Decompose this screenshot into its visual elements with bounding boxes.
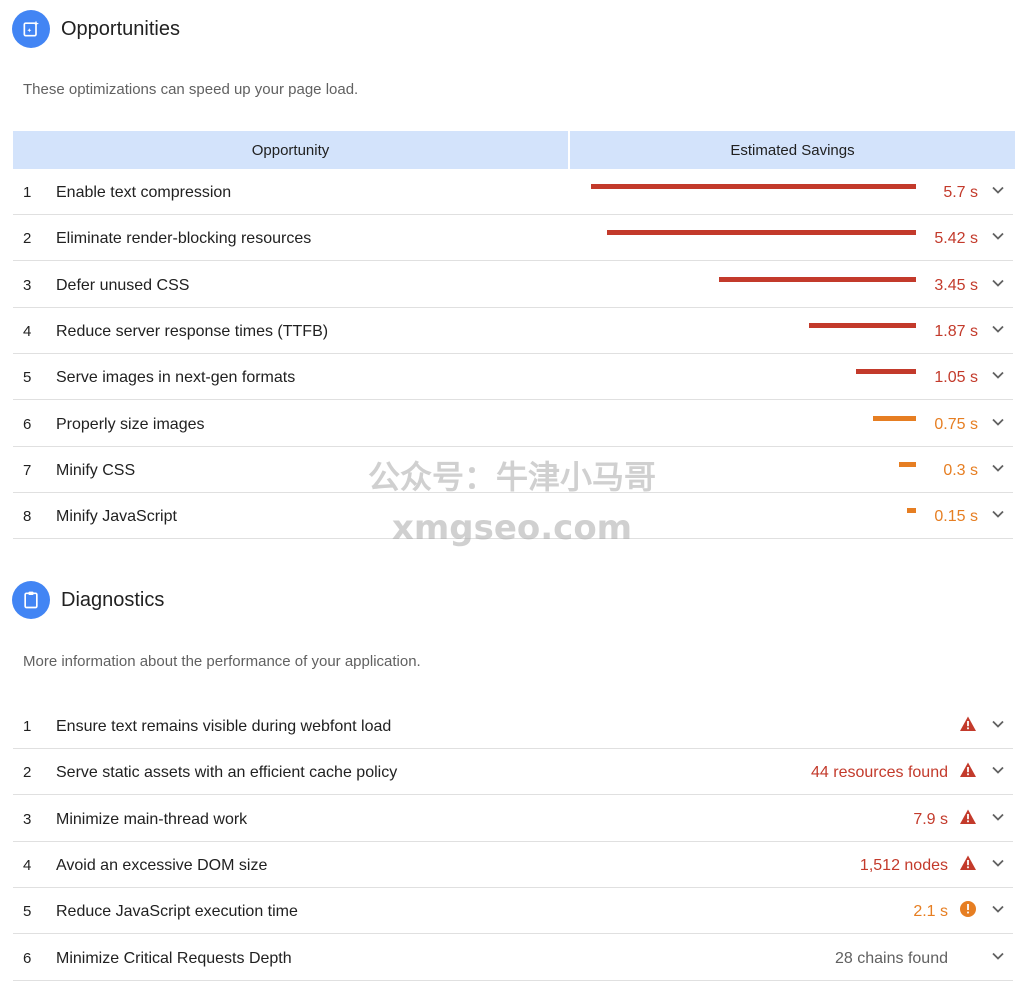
row-number: 6 xyxy=(23,949,32,967)
opportunity-row[interactable]: 7 Minify CSS 0.3 s xyxy=(13,447,1013,493)
diagnostic-label: Ensure text remains visible during webfo… xyxy=(56,718,392,735)
opportunities-table-header: Opportunity Estimated Savings xyxy=(13,131,1015,169)
chevron-down-icon[interactable] xyxy=(991,763,1005,777)
warning-triangle-icon xyxy=(959,808,977,826)
chevron-down-icon[interactable] xyxy=(991,276,1005,290)
opportunity-row[interactable]: 1 Enable text compression 5.7 s xyxy=(13,169,1013,215)
chevron-down-icon[interactable] xyxy=(991,507,1005,521)
row-number: 4 xyxy=(23,856,32,874)
chevron-down-icon[interactable] xyxy=(991,810,1005,824)
savings-bar xyxy=(873,415,916,421)
savings-value: 1.05 s xyxy=(934,369,978,387)
diagnostic-row[interactable]: 4 Avoid an excessive DOM size 1,512 nodes xyxy=(13,842,1013,888)
chevron-down-icon[interactable] xyxy=(991,461,1005,475)
savings-value: 5.7 s xyxy=(943,184,978,201)
row-number: 1 xyxy=(23,184,32,201)
diagnostic-label: Serve static assets with an efficient ca… xyxy=(56,764,398,782)
opportunities-title: Opportunities xyxy=(61,17,180,40)
diagnostic-label: Minimize main-thread work xyxy=(56,810,248,828)
chevron-down-icon[interactable] xyxy=(991,902,1005,916)
savings-bar xyxy=(856,369,916,375)
row-number: 8 xyxy=(23,508,32,526)
row-number: 3 xyxy=(23,810,32,828)
opportunity-label: Serve images in next-gen formats xyxy=(56,369,296,387)
opportunity-label: Defer unused CSS xyxy=(56,276,190,294)
diagnostic-row[interactable]: 2 Serve static assets with an efficient c… xyxy=(13,749,1013,796)
row-number: 2 xyxy=(23,230,32,248)
diagnostic-value: 44 resources found xyxy=(811,764,948,782)
diagnostic-row[interactable]: 3 Minimize main-thread work 7.9 s xyxy=(13,796,1013,842)
savings-bar xyxy=(607,230,916,236)
opportunity-row[interactable]: 3 Defer unused CSS 3.45 s xyxy=(13,262,1013,308)
savings-bar xyxy=(809,322,916,328)
savings-value: 0.3 s xyxy=(943,461,978,479)
savings-value: 5.42 s xyxy=(934,230,978,248)
column-header-opportunity: Opportunity xyxy=(13,131,568,169)
opportunity-label: Eliminate render-blocking resources xyxy=(56,230,312,248)
row-number: 4 xyxy=(23,322,32,340)
diagnostic-value: 1,512 nodes xyxy=(859,856,948,874)
chevron-down-icon[interactable] xyxy=(991,415,1005,429)
savings-value: 0.15 s xyxy=(934,508,978,526)
row-number: 6 xyxy=(23,415,32,433)
opportunity-row[interactable]: 6 Properly size images 0.75 s xyxy=(13,401,1013,447)
savings-value: 3.45 s xyxy=(934,276,978,294)
opportunity-label: Reduce server response times (TTFB) xyxy=(56,322,329,340)
diagnostic-label: Avoid an excessive DOM size xyxy=(56,856,268,874)
diagnostic-row[interactable]: 5 Reduce JavaScript execution time 2.1 s xyxy=(13,888,1013,935)
chevron-down-icon[interactable] xyxy=(991,322,1005,336)
chevron-down-icon[interactable] xyxy=(991,368,1005,382)
diagnostic-label: Reduce JavaScript execution time xyxy=(56,903,298,921)
warning-triangle-icon xyxy=(959,761,977,779)
row-number: 7 xyxy=(23,461,32,479)
opportunities-header: Opportunities xyxy=(12,10,180,48)
row-number: 5 xyxy=(23,369,32,387)
savings-value: 0.75 s xyxy=(934,415,978,433)
warning-triangle-icon xyxy=(959,854,977,872)
diagnostic-value: 28 chains found xyxy=(835,949,948,967)
savings-bar xyxy=(899,461,916,467)
diagnostic-row[interactable]: 6 Minimize Critical Requests Depth 28 chai… xyxy=(13,935,1013,981)
opportunity-row[interactable]: 2 Eliminate render-blocking resources 5.42… xyxy=(13,215,1013,262)
opportunity-label: Minify JavaScript xyxy=(56,508,177,526)
chevron-down-icon[interactable] xyxy=(991,229,1005,243)
opportunity-label: Enable text compression xyxy=(56,184,232,201)
diagnostic-label: Minimize Critical Requests Depth xyxy=(56,949,292,967)
diagnostics-description: More information about the performance o… xyxy=(23,653,421,670)
opportunity-label: Properly size images xyxy=(56,415,205,433)
diagnostic-value: 2.1 s xyxy=(913,903,948,921)
opportunity-row[interactable]: 8 Minify JavaScript 0.15 s xyxy=(13,493,1013,540)
diagnostics-header: Diagnostics xyxy=(12,581,164,619)
chevron-down-icon[interactable] xyxy=(991,949,1005,963)
column-header-estimated-savings: Estimated Savings xyxy=(570,131,1015,169)
opportunity-row[interactable]: 4 Reduce server response times (TTFB) 1.87… xyxy=(13,308,1013,354)
row-number: 3 xyxy=(23,276,32,294)
diagnostics-icon xyxy=(12,581,50,619)
opportunities-description: These optimizations can speed up your pa… xyxy=(23,81,359,98)
warning-triangle-icon xyxy=(959,715,977,733)
chevron-down-icon[interactable] xyxy=(991,717,1005,731)
savings-bar xyxy=(719,276,916,282)
chevron-down-icon[interactable] xyxy=(991,183,1005,197)
savings-value: 1.87 s xyxy=(934,322,978,340)
row-number: 1 xyxy=(23,718,32,735)
info-circle-icon xyxy=(959,900,977,918)
opportunity-row[interactable]: 5 Serve images in next-gen formats 1.05 s xyxy=(13,354,1013,401)
row-number: 5 xyxy=(23,903,32,921)
diagnostic-row[interactable]: 1 Ensure text remains visible during webf… xyxy=(13,703,1013,749)
opportunity-label: Minify CSS xyxy=(56,461,136,479)
opportunities-icon xyxy=(12,10,50,48)
row-number: 2 xyxy=(23,764,32,782)
savings-bar xyxy=(591,184,916,189)
diagnostic-value: 7.9 s xyxy=(913,810,948,828)
chevron-down-icon[interactable] xyxy=(991,856,1005,870)
savings-bar xyxy=(907,508,916,514)
diagnostics-title: Diagnostics xyxy=(61,588,165,611)
